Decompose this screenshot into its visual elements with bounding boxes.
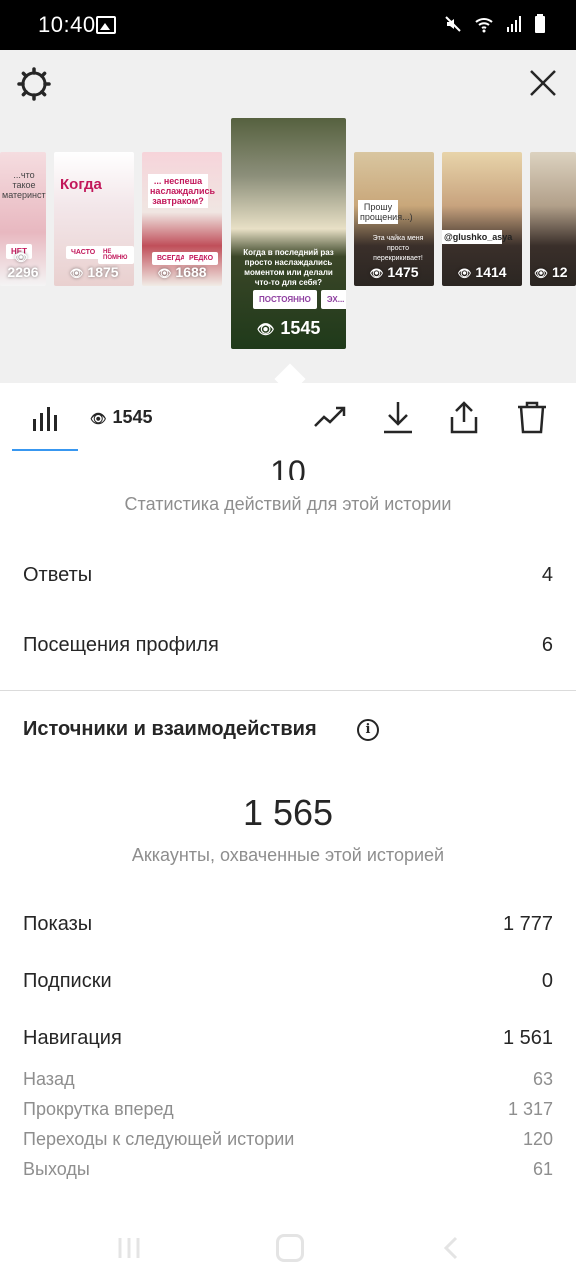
home-icon[interactable] bbox=[276, 1234, 304, 1262]
story-view-count: 👁 1688 bbox=[157, 264, 207, 280]
stat-label: Переходы к следующей истории bbox=[23, 1129, 295, 1149]
story-text: Прошу прощения...) bbox=[358, 200, 413, 224]
stat-label: Навигация bbox=[23, 1027, 122, 1049]
stat-label: Прокрутка вперед bbox=[23, 1099, 174, 1119]
stat-label: Ответы bbox=[23, 564, 93, 586]
download-icon[interactable] bbox=[380, 399, 416, 435]
story-view-count: 👁2296 bbox=[7, 252, 39, 280]
stat-value: 0 bbox=[541, 970, 553, 992]
status-icons bbox=[444, 14, 546, 34]
stat-label: Выходы bbox=[23, 1159, 90, 1179]
story-text: ... неспеша наслаждались завтраком? bbox=[148, 174, 216, 208]
toolbar-view-count[interactable]: 👁 1545 bbox=[90, 407, 153, 428]
image-notification-icon bbox=[96, 16, 116, 34]
story-thumbnail[interactable]: @glushko_asya 👁 1414 bbox=[442, 152, 522, 286]
story-view-count: 👁 1475 bbox=[369, 264, 419, 280]
story-handle: @glushko_asya bbox=[442, 230, 513, 244]
stat-value: 6 bbox=[541, 634, 553, 656]
nav-row-back: Назад 63 bbox=[23, 1069, 553, 1090]
promote-trend-icon[interactable] bbox=[312, 399, 348, 435]
stat-label: Посещения профиля bbox=[23, 634, 219, 656]
wifi-icon bbox=[475, 18, 493, 33]
delete-trash-icon[interactable] bbox=[514, 399, 550, 435]
stat-value: 1 777 bbox=[502, 913, 553, 935]
nav-row-next-story: Переходы к следующей истории 120 bbox=[23, 1129, 553, 1150]
eye-icon: 👁 bbox=[534, 268, 548, 280]
stat-value: 1 317 bbox=[507, 1099, 553, 1119]
story-thumbnail-selected[interactable]: Когда в последний раз просто наслаждалис… bbox=[231, 118, 346, 349]
stat-label: Назад bbox=[23, 1069, 75, 1089]
stat-row-impressions: Показы 1 777 bbox=[23, 913, 553, 936]
story-thumbnail[interactable]: ...что такое материнство? НЕТ 👁2296 bbox=[0, 152, 46, 286]
eye-icon: 👁 bbox=[157, 268, 172, 280]
poll-option: ПОСТОЯННО bbox=[253, 290, 317, 309]
mute-icon bbox=[445, 16, 461, 32]
story-view-count: 👁 1875 bbox=[69, 264, 119, 280]
section-title: Источники и взаимодействия bbox=[23, 718, 317, 740]
section-divider bbox=[0, 690, 576, 691]
signal-icon bbox=[507, 16, 521, 32]
eye-icon: 👁 bbox=[14, 252, 28, 264]
stat-row-navigation: Навигация 1 561 bbox=[23, 1027, 553, 1050]
stat-value: 63 bbox=[532, 1069, 553, 1089]
story-heading: Когда bbox=[60, 176, 102, 193]
eye-icon: 👁 bbox=[369, 268, 384, 280]
share-icon[interactable] bbox=[446, 399, 482, 435]
settings-gear-icon[interactable] bbox=[16, 66, 52, 102]
stat-label: Показы bbox=[23, 913, 93, 935]
story-toolbar: 👁 1545 bbox=[0, 383, 576, 453]
story-thumbnail[interactable]: Когда ЧАСТО НЕ ПОМНЮ 👁 1875 bbox=[54, 152, 134, 286]
nav-row-exits: Выходы 61 bbox=[23, 1159, 553, 1180]
info-icon[interactable]: i bbox=[357, 719, 379, 741]
story-text: Эта чайка меня просто перекрикивает! bbox=[372, 235, 424, 262]
reach-caption: Аккаунты, охваченные этой историей bbox=[131, 845, 445, 865]
selection-pointer bbox=[274, 363, 306, 383]
status-bar: 10:40 bbox=[0, 0, 576, 50]
eye-icon: 👁 bbox=[69, 268, 84, 280]
stat-value: 61 bbox=[532, 1159, 553, 1179]
nav-row-forward: Прокрутка вперед 1 317 bbox=[23, 1099, 553, 1120]
story-sticker: НЕ ПОМНЮ bbox=[98, 246, 134, 264]
close-icon[interactable] bbox=[528, 68, 558, 98]
interactions-total: 10 bbox=[270, 454, 306, 480]
stat-value: 1 561 bbox=[502, 1027, 553, 1049]
story-view-count: 👁 1545 bbox=[256, 318, 321, 338]
back-icon[interactable] bbox=[438, 1234, 466, 1262]
stat-value: 4 bbox=[541, 564, 553, 586]
system-nav-bar bbox=[0, 1220, 576, 1280]
story-strip: ...что такое материнство? НЕТ 👁2296 Когд… bbox=[0, 50, 576, 383]
recent-apps-icon[interactable] bbox=[116, 1236, 142, 1260]
interactions-caption: Статистика действий для этой истории bbox=[124, 494, 452, 514]
story-thumbnail[interactable]: ... неспеша наслаждались завтраком? ВСЕГ… bbox=[142, 152, 222, 286]
story-poll: ПОСТОЯННО ЭХ... bbox=[253, 290, 346, 309]
story-thumbnail[interactable]: Прошу прощения...) Эта чайка меня просто… bbox=[354, 152, 434, 286]
stat-row-profile-visits: Посещения профиля 6 bbox=[23, 634, 553, 657]
story-view-count: 👁 12 bbox=[534, 264, 568, 280]
poll-option: ЭХ... bbox=[320, 290, 346, 309]
eye-icon: 👁 bbox=[457, 268, 472, 280]
story-thumbnail[interactable]: 👁 12 bbox=[530, 152, 576, 286]
insights-bar-chart-icon[interactable] bbox=[30, 403, 60, 433]
stat-row-replies: Ответы 4 bbox=[23, 564, 553, 587]
story-view-count: 👁 1414 bbox=[457, 264, 507, 280]
eye-icon: 👁 bbox=[256, 321, 275, 337]
story-text: ...что такое материнство? bbox=[2, 170, 46, 200]
stat-row-follows: Подписки 0 bbox=[23, 970, 553, 993]
stat-label: Подписки bbox=[23, 970, 112, 992]
status-time: 10:40 bbox=[38, 12, 96, 37]
story-caption: Когда в последний раз просто наслаждалис… bbox=[243, 248, 334, 287]
eye-icon: 👁 bbox=[90, 411, 107, 426]
story-sticker: ЧАСТО bbox=[66, 246, 101, 259]
reach-total: 1 565 bbox=[242, 792, 334, 833]
stat-value: 120 bbox=[522, 1129, 553, 1149]
battery-icon bbox=[535, 14, 545, 33]
